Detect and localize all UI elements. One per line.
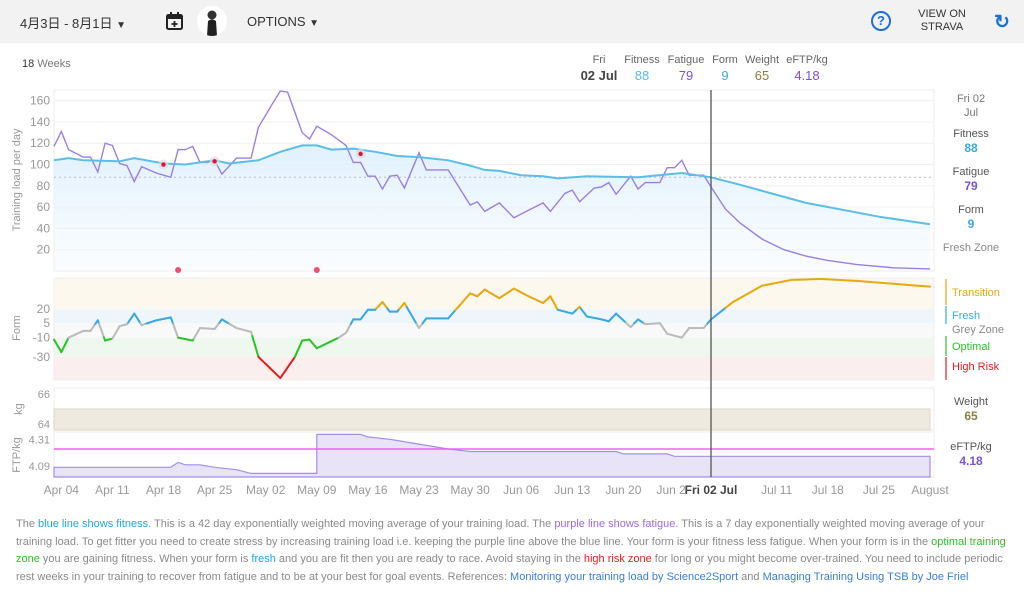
side-form-label: Form [958,204,984,216]
y-tick-label: 40 [37,221,51,235]
form-line-segment [904,283,919,287]
x-tick-label: May 30 [450,483,490,497]
zone-legend-bar [945,279,947,305]
y-tick-label: 66 [38,389,50,401]
side-fatigue-label: Fatigue [952,166,990,178]
x-tick-label: Jun 13 [554,483,590,497]
side-eftp-value: 4.18 [959,454,983,468]
x-tick-label: May 16 [348,483,388,497]
x-tick-label: May 02 [246,483,286,497]
y-axis-label: Training load per day [11,128,23,231]
y-axis-label: Form [11,315,23,341]
zone-legend-grey-zone: Grey Zone [952,324,1004,336]
text-segment: and [738,570,763,583]
y-axis-label: kg [13,403,25,415]
side-eftp: eFTP/kg 4.18 [930,440,1012,468]
highlight-text: purple line shows fatigue [554,518,676,530]
eftp-change-marker [313,267,320,273]
x-tick-label: May 23 [399,483,439,497]
y-tick-label: 120 [30,136,50,150]
zone-legend-bar [945,306,947,324]
form-zone-band-optimal [54,337,934,357]
side-fatigue: Fatigue 79 [930,165,1012,193]
zone-legend-optimal: Optimal [952,341,990,353]
weight-area [53,408,931,431]
y-tick-label: 20 [37,243,51,257]
event-marker [358,151,363,157]
reference-link[interactable]: Managing Training Using TSB by Joe Friel [763,571,969,583]
x-tick-label: Jun 20 [605,483,641,497]
highlight-text: high risk zone [583,553,652,566]
y-tick-label: 140 [30,115,50,129]
reference-link[interactable]: Monitoring your training load by Science… [510,571,738,583]
side-fitness-label: Fitness [953,128,989,140]
side-fatigue-value: 79 [964,179,978,193]
x-tick-label: Apr 18 [146,483,182,497]
y-tick-label: 4.09 [29,461,50,473]
zone-legend-bar [945,357,947,380]
x-tick-label: Apr 25 [197,483,233,497]
text-segment: and you are fit then you are ready to ra… [275,553,584,566]
side-date-line2: Jul [963,107,979,119]
side-zone: Fresh Zone [942,242,1000,254]
x-tick-label: May 09 [297,483,337,497]
event-marker [161,162,166,167]
y-tick-label: 160 [30,94,50,108]
form-line-segment [916,284,931,288]
text-segment: . This is a 42 day exponentially weighte… [148,518,555,530]
side-fitness: Fitness 88 [930,127,1012,155]
side-weight: Weight 65 [930,395,1012,423]
zone-legend-fresh: Fresh [952,310,981,322]
x-tick-label: Jul 18 [812,483,844,497]
y-tick-label: -30 [33,350,51,364]
eftp-change-marker [175,267,182,273]
side-form: Form 9 [930,203,1012,231]
text-segment: The [16,518,39,530]
side-form-value: 9 [967,217,975,231]
y-tick-label: -10 [33,331,51,345]
form-zone-band-high-risk [54,356,934,380]
y-tick-label: 80 [37,179,51,193]
form-line-segment [856,279,871,283]
x-tick-label: Jul 25 [863,483,895,497]
form-line-segment [892,282,907,286]
side-date-line1: Fri 02 [956,93,986,105]
y-tick-label: 60 [37,200,51,214]
zone-legend-bar [945,336,947,356]
side-weight-label: Weight [953,396,989,408]
y-tick-label: 100 [30,158,50,172]
fitness-chart[interactable]: 20 40 60 80 100 120 140 160 Training load per da… [0,0,1024,505]
x-tick-label: Jul 11 [761,483,792,497]
side-date: Fri 02 Jul [930,92,1012,120]
highlight-text: blue line shows fitness [38,518,149,530]
y-tick-label: 5 [43,316,50,330]
explanation-text: The blue line shows fitness. This is a 4… [16,516,1011,586]
text-segment: you are gaining fitness. When your form … [39,553,252,566]
form-line-segment [880,281,895,285]
form-line-segment [868,280,883,284]
form-zone-band-transition [54,278,934,309]
y-tick-label: 4.31 [29,434,50,446]
y-axis-label: FTP/kg [11,437,23,472]
y-tick-label: 64 [38,419,50,431]
x-tick-label: August [911,483,949,497]
event-marker [212,159,217,164]
side-weight-value: 65 [964,409,978,423]
x-tick-label: Jun 06 [503,483,539,497]
x-tick-label: Apr 04 [44,483,80,497]
side-fitness-value: 88 [964,141,978,155]
form-zone-band-grey-zone [54,323,934,338]
highlight-text: fresh [251,553,276,566]
cursor-date-label: Fri 02 Jul [685,483,738,497]
zone-legend-high-risk: High Risk [952,361,1000,373]
zone-legend-transition: Transition [952,287,1000,299]
side-eftp-label: eFTP/kg [950,441,992,453]
form-zone-band-fresh [54,308,934,324]
x-tick-label: Apr 11 [95,483,130,497]
y-tick-label: 20 [37,302,51,316]
